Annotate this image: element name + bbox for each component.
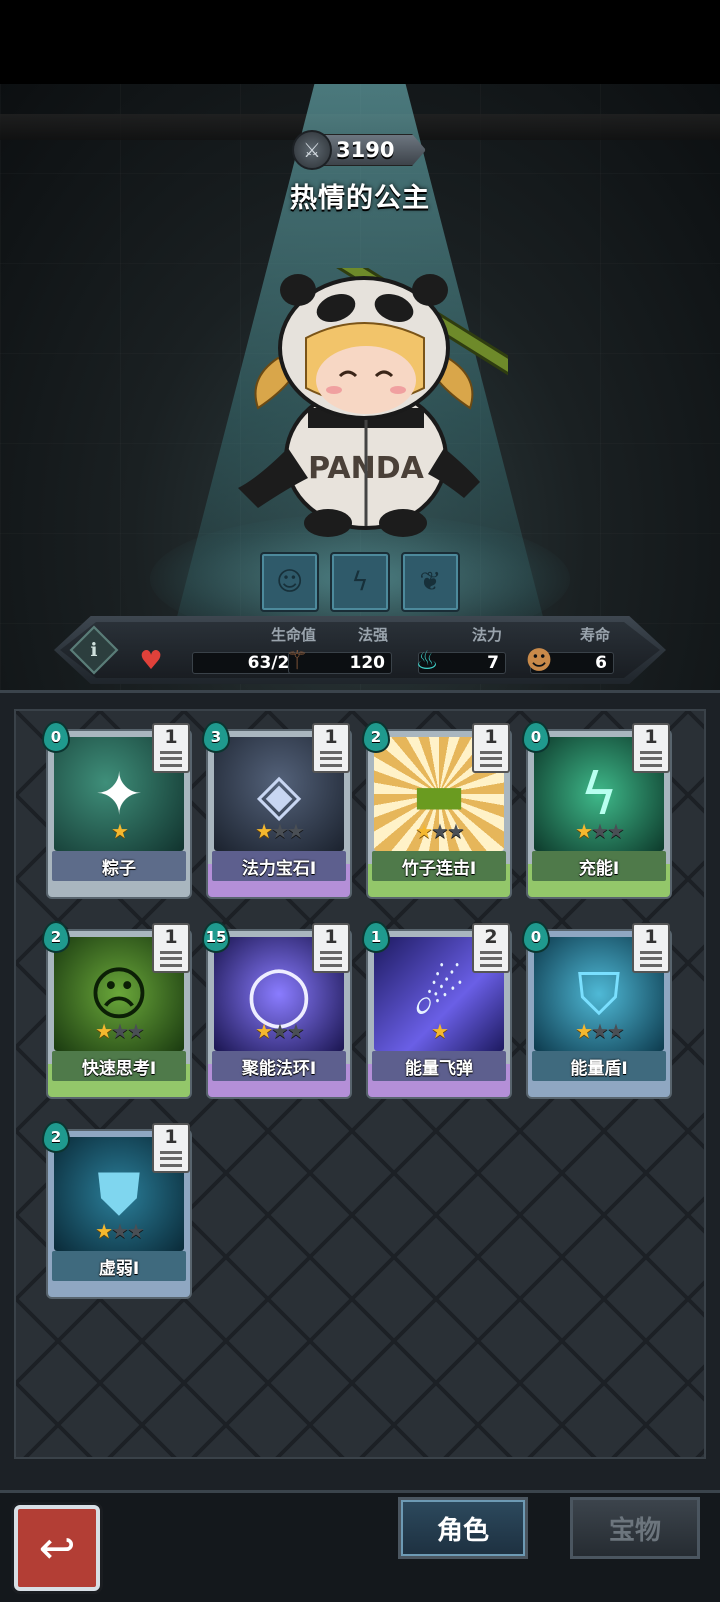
stat-mana: 法力 7 ♨ <box>410 624 506 678</box>
card-count: 1 <box>152 1123 190 1173</box>
combat-power-badge: ⚔ 3190 <box>292 130 428 170</box>
card-name: 法力宝石I <box>212 851 346 881</box>
card-count: 1 <box>152 723 190 773</box>
staff-icon: ⚚ <box>285 646 309 676</box>
card-stars: ★ <box>111 819 129 843</box>
card-name: 能量飞弹 <box>372 1051 506 1081</box>
card-count: 1 <box>312 723 350 773</box>
stat-spell-power: 法强 120 ⚚ <box>280 624 392 678</box>
back-arrow-icon: ↩ <box>38 1522 76 1574</box>
stat-lifespan: 寿命 6 ☻ <box>522 624 614 678</box>
card-cost: 1 <box>362 921 390 953</box>
card-stars: ★★★ <box>95 1019 145 1043</box>
card-name: 快速思考I <box>52 1051 186 1081</box>
card-name: 粽子 <box>52 851 186 881</box>
card-cost: 2 <box>362 721 390 753</box>
card-stars: ★★★ <box>415 819 465 843</box>
card-stars: ★ <box>431 1019 449 1043</box>
status-bar <box>0 0 720 84</box>
card-quick-think[interactable]: ☹ 快速思考I ★★★ 2 1 <box>42 921 192 1099</box>
card-count: 1 <box>152 923 190 973</box>
card-cost: 0 <box>42 721 70 753</box>
card-focus-ring[interactable]: ◯ 聚能法环I ★★★ 15 1 <box>202 921 352 1099</box>
bottom-nav: ↩ 角色 宝物 <box>0 1490 720 1602</box>
card-name: 充能I <box>532 851 666 881</box>
back-button[interactable]: ↩ <box>14 1505 100 1591</box>
card-count: 2 <box>472 923 510 973</box>
card-cost: 15 <box>202 921 230 953</box>
card-mana-gem[interactable]: ◈ 法力宝石I ★★★ 3 1 <box>202 721 352 899</box>
swords-icon: ⚔ <box>292 130 332 170</box>
heart-icon: ♥ <box>139 646 163 676</box>
card-cost: 2 <box>42 921 70 953</box>
card-charge[interactable]: ϟ 充能I ★★★ 0 1 <box>522 721 672 899</box>
card-energy-shield[interactable]: ⛉ 能量盾I ★★★ 0 1 <box>522 921 672 1099</box>
tab-treasure[interactable]: 宝物 <box>570 1497 700 1559</box>
character-title: 热情的公主 <box>290 183 430 214</box>
card-stars: ★★★ <box>255 1019 305 1043</box>
deck-panel: ✦ 粽子 ★ 0 1 ◈ 法力宝石I ★★★ 3 1 ▬ 竹子连击I ★★★ 2… <box>0 690 720 1490</box>
card-weakness[interactable]: ⛊ 虚弱I ★★★ 2 1 <box>42 1121 192 1299</box>
card-energy-missile[interactable]: ☄ 能量飞弹 ★ 1 2 <box>362 921 512 1099</box>
mana-flame-icon: ♨ <box>415 646 439 676</box>
stat-mana-label: 法力 <box>471 626 502 644</box>
card-stars: ★★★ <box>95 1219 145 1243</box>
card-name: 竹子连击I <box>372 851 506 881</box>
panda-princess-character[interactable]: PANDA <box>218 268 508 548</box>
card-stars: ★★★ <box>575 1019 625 1043</box>
card-cost: 2 <box>42 1121 70 1153</box>
power-value: 3190 <box>336 138 395 162</box>
card-cost: 0 <box>522 721 550 753</box>
calm-face-icon[interactable]: ☺ <box>260 552 320 612</box>
card-count: 1 <box>312 923 350 973</box>
stats-bar: i 生命值 63/249 ♥ 法强 120 ⚚ 法力 7 ♨ 寿命 6 ☻ <box>54 616 666 684</box>
card-name: 虚弱I <box>52 1251 186 1281</box>
trait-icons: ☺ ϟ ❦ <box>260 552 460 612</box>
tab-character[interactable]: 角色 <box>398 1497 528 1559</box>
info-icon: i <box>90 639 98 661</box>
card-count: 1 <box>632 723 670 773</box>
card-name: 聚能法环I <box>212 1051 346 1081</box>
card-name: 能量盾I <box>532 1051 666 1081</box>
card-stars: ★★★ <box>255 819 305 843</box>
card-zongzi[interactable]: ✦ 粽子 ★ 0 1 <box>42 721 192 899</box>
card-count: 1 <box>632 923 670 973</box>
stat-spell-power-label: 法强 <box>357 626 388 644</box>
card-cost: 0 <box>522 921 550 953</box>
card-bamboo-combo[interactable]: ▬ 竹子连击I ★★★ 2 1 <box>362 721 512 899</box>
card-stars: ★★★ <box>575 819 625 843</box>
crack-icon[interactable]: ϟ <box>330 552 390 612</box>
stat-lifespan-label: 寿命 <box>579 626 610 644</box>
lifespan-icon: ☻ <box>525 646 553 676</box>
card-count: 1 <box>472 723 510 773</box>
leaf-icon[interactable]: ❦ <box>400 552 460 612</box>
card-cost: 3 <box>202 721 230 753</box>
card-grid: ✦ 粽子 ★ 0 1 ◈ 法力宝石I ★★★ 3 1 ▬ 竹子连击I ★★★ 2… <box>14 709 706 1459</box>
